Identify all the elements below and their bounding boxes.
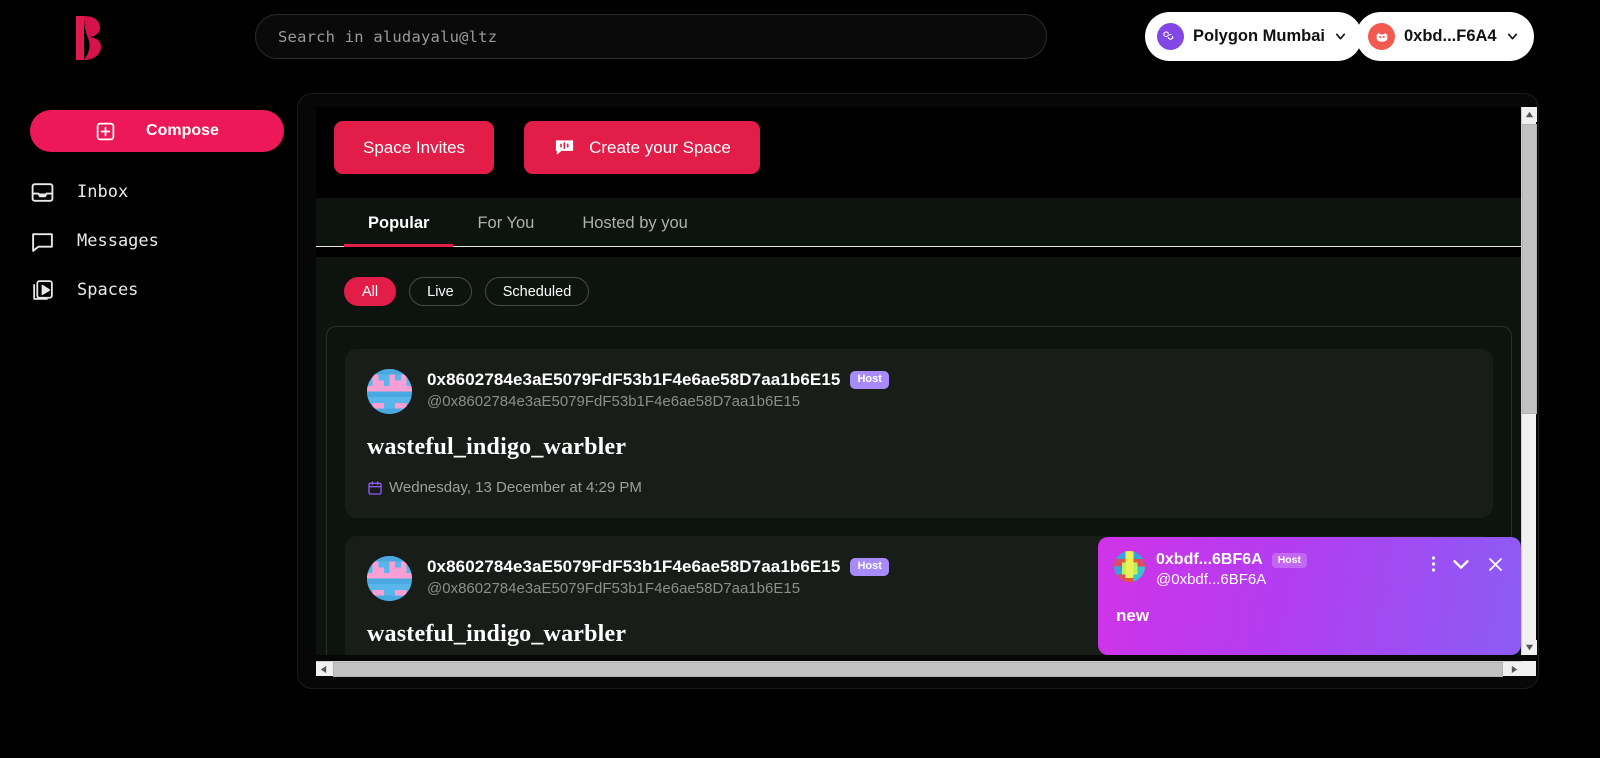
sidebar-item-label: Messages: [77, 231, 159, 251]
create-your-space-button[interactable]: Create your Space: [524, 121, 760, 174]
scroll-up-button[interactable]: [1522, 107, 1537, 122]
scroll-right-button[interactable]: [1507, 662, 1522, 677]
search-placeholder: Search in aludayalu@ltz: [278, 27, 498, 46]
scrollable-viewport: Space Invites Create your Space Popular …: [316, 107, 1522, 655]
notification-address: 0xbdf...6BF6A: [1156, 551, 1263, 568]
tab-label: Popular: [368, 214, 430, 232]
space-host-handle: @0x8602784e3aE5079FdF53b1F4e6ae58D7aa1b6…: [427, 393, 801, 410]
filter-label: All: [362, 283, 379, 300]
tab-popular[interactable]: Popular: [344, 198, 454, 247]
avatar: [1114, 551, 1145, 582]
space-host-address: 0x8602784e3aE5079FdF53b1F4e6ae58D7aa1b6E…: [427, 370, 841, 389]
polygon-icon: [1157, 23, 1184, 50]
avatar: [367, 556, 412, 601]
chevron-down-icon[interactable]: [1450, 553, 1472, 575]
space-audio-bubble-icon: [555, 140, 574, 155]
scrollbar-corner: [1521, 661, 1536, 676]
tab-label: For You: [477, 214, 535, 232]
search-input[interactable]: Search in aludayalu@ltz: [255, 14, 1047, 59]
space-title: wasteful_indigo_warbler: [367, 434, 627, 460]
scroll-down-button[interactable]: [1522, 640, 1537, 655]
close-icon[interactable]: [1486, 555, 1505, 574]
chevron-down-icon: [1507, 33, 1517, 40]
space-date-row: Wednesday, 13 December at 4:29 PM: [367, 479, 1471, 496]
space-card-identity: 0x8602784e3aE5079FdF53b1F4e6ae58D7aa1b6E…: [427, 369, 889, 410]
scroll-left-button[interactable]: [316, 662, 331, 677]
sidebar-item-messages[interactable]: Messages: [30, 221, 280, 261]
tab-bar: Popular For You Hosted by you: [316, 198, 1522, 247]
space-card[interactable]: 0x8602784e3aE5079FdF53b1F4e6ae58D7aa1b6E…: [345, 349, 1493, 518]
sidebar-item-label: Inbox: [77, 182, 129, 202]
browser-window-frame: Space Invites Create your Space Popular …: [298, 94, 1538, 688]
filter-pill-row: All Live Scheduled: [316, 257, 1522, 326]
notification-handle: @0xbdf...6BF6A: [1156, 571, 1267, 588]
sidebar-item-spaces[interactable]: Spaces: [30, 270, 280, 310]
tab-for-you[interactable]: For You: [453, 198, 558, 246]
account-avatar-icon: [1368, 23, 1395, 50]
filter-label: Live: [427, 283, 454, 300]
inbox-icon: [31, 182, 54, 202]
spaces-play-icon: [33, 279, 53, 300]
status-badge: Host: [1271, 552, 1308, 568]
space-card-header: 0x8602784e3aE5079FdF53b1F4e6ae58D7aa1b6E…: [367, 369, 1471, 414]
compose-label: Compose: [146, 122, 219, 139]
sidebar: Compose Inbox Messages Spaces: [0, 74, 300, 758]
tab-label: Hosted by you: [582, 214, 688, 232]
space-card-identity: 0x8602784e3aE5079FdF53b1F4e6ae58D7aa1b6E…: [427, 556, 889, 597]
plus-square-icon: [96, 122, 115, 140]
bluebird-logo[interactable]: [58, 10, 114, 66]
filter-live[interactable]: Live: [409, 277, 472, 306]
status-badge: Host: [850, 558, 889, 576]
network-label: Polygon Mumbai: [1193, 27, 1325, 45]
space-invites-label: Space Invites: [363, 137, 466, 157]
network-selector[interactable]: Polygon Mumbai: [1145, 12, 1362, 61]
filter-scheduled[interactable]: Scheduled: [484, 277, 590, 306]
calendar-icon: [368, 480, 382, 495]
account-selector[interactable]: 0xbd...F6A4: [1356, 12, 1534, 61]
notification-identity: 0xbdf...6BF6A Host @0xbdf...6BF6A: [1156, 551, 1308, 588]
vertical-scrollbar[interactable]: [1521, 107, 1537, 655]
space-host-address: 0x8602784e3aE5079FdF53b1F4e6ae58D7aa1b6E…: [427, 557, 841, 576]
filter-all[interactable]: All: [344, 277, 397, 306]
status-badge: Host: [850, 371, 889, 389]
sidebar-item-label: Spaces: [77, 280, 139, 300]
notification-header: 0xbdf...6BF6A Host @0xbdf...6BF6A: [1114, 551, 1505, 588]
vertical-scrollbar-thumb[interactable]: [1522, 124, 1537, 414]
sidebar-item-inbox[interactable]: Inbox: [30, 172, 280, 212]
account-label: 0xbd...F6A4: [1404, 27, 1497, 45]
create-space-label: Create your Space: [589, 137, 731, 157]
action-button-row: Space Invites Create your Space: [334, 121, 760, 174]
filter-label: Scheduled: [502, 283, 572, 300]
notification-controls: [1431, 551, 1505, 575]
horizontal-scrollbar-thumb[interactable]: [333, 662, 1503, 677]
avatar: [367, 369, 412, 414]
space-host-handle: @0x8602784e3aE5079FdF53b1F4e6ae58D7aa1b6…: [427, 580, 801, 597]
space-date-text: Wednesday, 13 December at 4:29 PM: [389, 479, 642, 496]
horizontal-scrollbar[interactable]: [316, 661, 1522, 677]
chevron-down-icon: [1335, 33, 1346, 40]
notification-message: new: [1116, 606, 1150, 625]
top-bar: Search in aludayalu@ltz Polygon Mumbai 0…: [0, 0, 1600, 74]
message-bubble-icon: [32, 232, 53, 252]
compose-button[interactable]: Compose: [30, 110, 284, 152]
kebab-menu-icon[interactable]: [1431, 554, 1436, 574]
tab-hosted-by-you[interactable]: Hosted by you: [558, 198, 711, 246]
space-invites-button[interactable]: Space Invites: [334, 121, 495, 174]
notification-toast[interactable]: 0xbdf...6BF6A Host @0xbdf...6BF6A new: [1098, 537, 1521, 655]
